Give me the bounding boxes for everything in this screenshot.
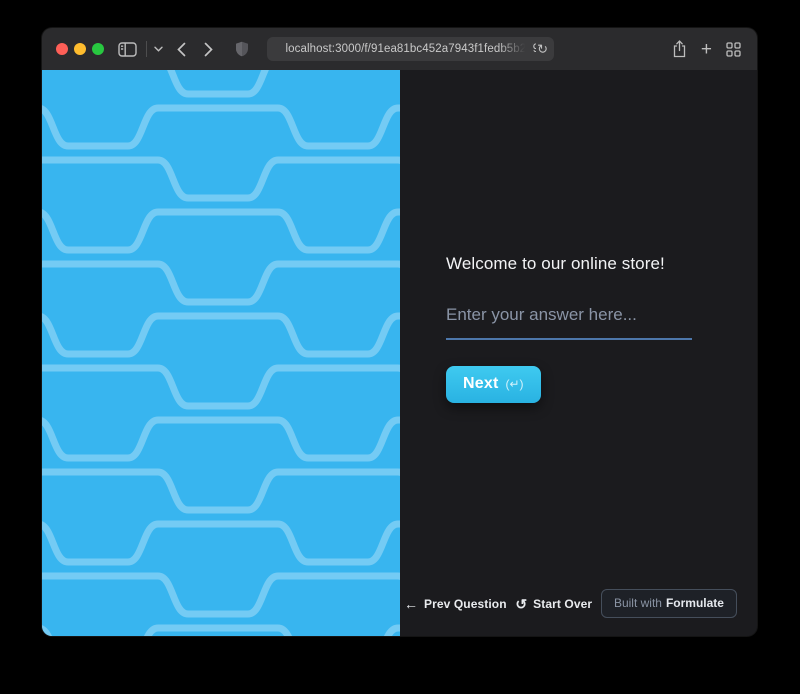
enter-key-hint: (↵) [505,377,523,391]
sidebar-toggle-icon[interactable] [118,42,137,57]
answer-input[interactable] [446,305,692,340]
form-footer: ← Prev Question ↺ Start Over Built with … [404,589,737,618]
badge-prefix-text: Built with [614,596,662,610]
forward-button-icon[interactable] [204,42,213,57]
tab-overview-icon[interactable] [726,42,741,57]
chevron-down-icon[interactable] [154,46,163,52]
share-icon[interactable] [672,40,687,58]
next-button[interactable]: Next (↵) [446,366,541,403]
toolbar-divider [146,41,147,57]
minimize-window-button[interactable] [74,43,86,55]
left-arrow-icon: ← [404,597,418,611]
restart-icon: ↺ [515,597,527,611]
prev-question-label: Prev Question [424,597,507,611]
badge-brand-text: Formulate [666,596,724,610]
browser-toolbar: localhost:3000/f/91ea81bc452a7943f1fedb5… [42,28,757,70]
url-fade-overlay [498,37,532,61]
built-with-formulate-badge[interactable]: Built with Formulate [601,589,737,618]
next-button-label: Next [463,375,498,393]
back-button-icon[interactable] [177,42,186,57]
decorative-wave-panel [42,70,400,636]
question-text: Welcome to our online store! [446,253,694,275]
zoom-window-button[interactable] [92,43,104,55]
wave-pattern-graphic [42,70,400,636]
new-tab-icon[interactable]: + [701,40,712,59]
address-bar[interactable]: localhost:3000/f/91ea81bc452a7943f1fedb5… [267,37,554,61]
browser-window: localhost:3000/f/91ea81bc452a7943f1fedb5… [42,28,757,636]
prev-question-button[interactable]: ← Prev Question [404,597,507,611]
reload-icon[interactable]: ↻ [537,43,548,56]
traffic-lights [56,43,104,55]
privacy-shield-icon[interactable] [235,41,249,57]
start-over-label: Start Over [533,597,592,611]
start-over-button[interactable]: ↺ Start Over [515,597,592,611]
close-window-button[interactable] [56,43,68,55]
form-panel: Welcome to our online store! Next (↵) ← … [400,70,757,636]
question-block: Welcome to our online store! Next (↵) [446,253,694,403]
